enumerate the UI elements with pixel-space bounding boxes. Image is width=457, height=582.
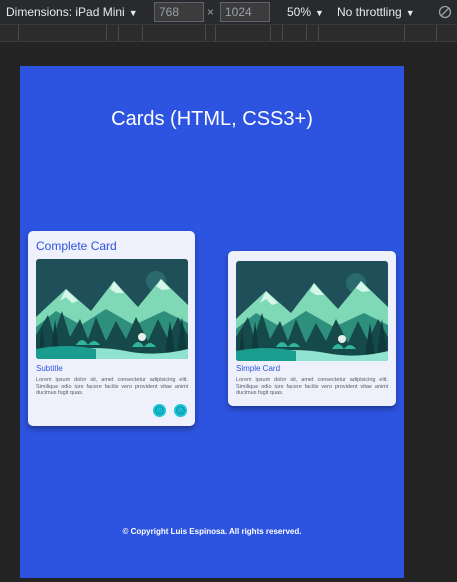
ruler-segment [18,25,19,41]
frown-button[interactable] [174,404,187,417]
card-subtitle: Simple Card [236,364,281,373]
height-input[interactable] [220,2,270,22]
dimension-separator: × [207,5,215,19]
ruler-segment [118,25,119,41]
zoom-dropdown[interactable]: 50% ▼ [287,0,324,24]
ruler-segment [106,25,107,41]
simple-card: Simple Card Lorem ipsum dolor sit, amet … [228,251,396,406]
ruler-segment [142,25,143,41]
ruler-segment [436,25,437,41]
ruler-segment [404,25,405,41]
footer-copyright: © Copyright Luis Espinosa. All rights re… [122,527,302,536]
zoom-label: 50% [287,5,312,19]
card-subtitle: Subtitle [36,364,63,373]
ruler-segment [215,25,216,41]
smile-button[interactable] [153,404,166,417]
caret-down-icon: ▼ [128,8,138,18]
frown-icon [176,406,185,415]
media-query-bar[interactable] [0,24,457,42]
complete-card: Complete Card Subtitle Lorem ipsum dolor… [28,231,195,426]
throttling-label: No throttling [337,5,402,19]
card-text: Lorem ipsum dolor sit, amet consectetur … [36,377,188,396]
width-input[interactable] [154,2,204,22]
caret-down-icon: ▼ [315,8,324,18]
card-image [236,261,388,361]
rotate-icon[interactable] [438,5,452,19]
device-viewport: Cards (HTML, CSS3+) Complete Card Subtit… [20,66,404,578]
device-dropdown[interactable]: Dimensions: iPad Mini ▼ [6,0,138,24]
ruler-segment [306,25,307,41]
devtools-toolbar: Dimensions: iPad Mini▼ × 50%▼ No throttl… [0,0,457,24]
ruler-segment [282,25,283,41]
card-image [36,259,188,359]
page-title: Cards (HTML, CSS3+) [111,108,313,130]
caret-down-icon: ▼ [405,8,415,18]
throttling-dropdown[interactable]: No throttling ▼ [337,0,415,24]
ruler-segment [205,25,206,41]
card-title: Complete Card [36,239,117,253]
smile-icon [155,406,164,415]
ruler-segment [318,25,319,41]
ruler-segment [270,25,271,41]
device-dropdown-label: Dimensions: iPad Mini [6,5,125,19]
card-text: Lorem ipsum dolor sit, amet consectetur … [236,377,388,396]
